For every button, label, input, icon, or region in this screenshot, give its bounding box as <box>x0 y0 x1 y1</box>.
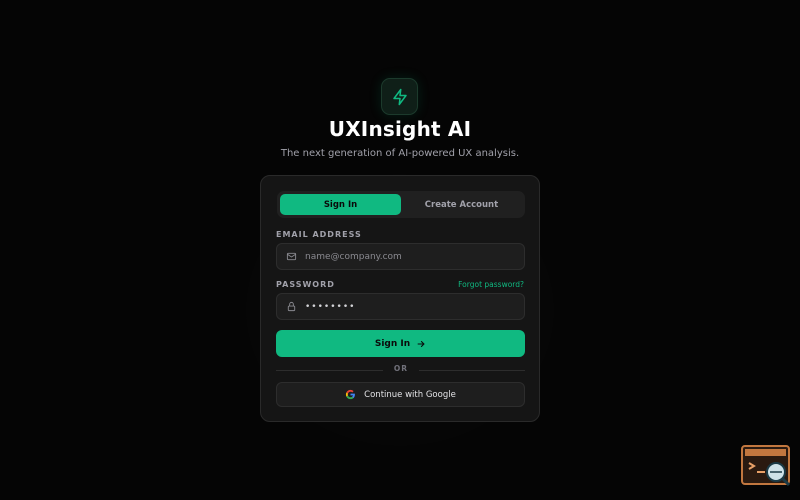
divider-text: OR <box>383 364 419 373</box>
auth-card: Sign In Create Account EMAIL ADDRESS PAS… <box>260 175 540 422</box>
google-sign-in-button[interactable]: Continue with Google <box>276 382 525 407</box>
tab-sign-in[interactable]: Sign In <box>280 194 401 215</box>
sign-in-button-label: Sign In <box>374 338 411 349</box>
password-label: PASSWORD <box>276 280 335 289</box>
email-field[interactable] <box>305 251 505 262</box>
password-field-wrapper[interactable] <box>276 293 525 320</box>
auth-tabs: Sign In Create Account <box>277 191 525 218</box>
mail-icon <box>285 251 297 263</box>
helper-widget[interactable] <box>741 445 791 487</box>
terminal-search-icon <box>745 449 791 487</box>
app-tagline: The next generation of AI-powered UX ana… <box>280 148 520 159</box>
tab-create-account[interactable]: Create Account <box>401 194 522 215</box>
app-title: UXInsight AI <box>328 117 472 141</box>
sign-in-button[interactable]: Sign In <box>276 330 525 357</box>
arrow-right-icon <box>417 340 425 347</box>
email-label: EMAIL ADDRESS <box>276 230 362 239</box>
google-button-label: Continue with Google <box>364 389 456 400</box>
logo <box>381 78 418 115</box>
email-field-wrapper[interactable] <box>276 243 525 270</box>
google-icon <box>346 389 356 400</box>
lightning-bolt-icon <box>392 88 407 105</box>
password-field[interactable] <box>305 301 505 312</box>
lock-icon <box>285 301 297 313</box>
forgot-password-link[interactable]: Forgot password? <box>458 280 524 289</box>
